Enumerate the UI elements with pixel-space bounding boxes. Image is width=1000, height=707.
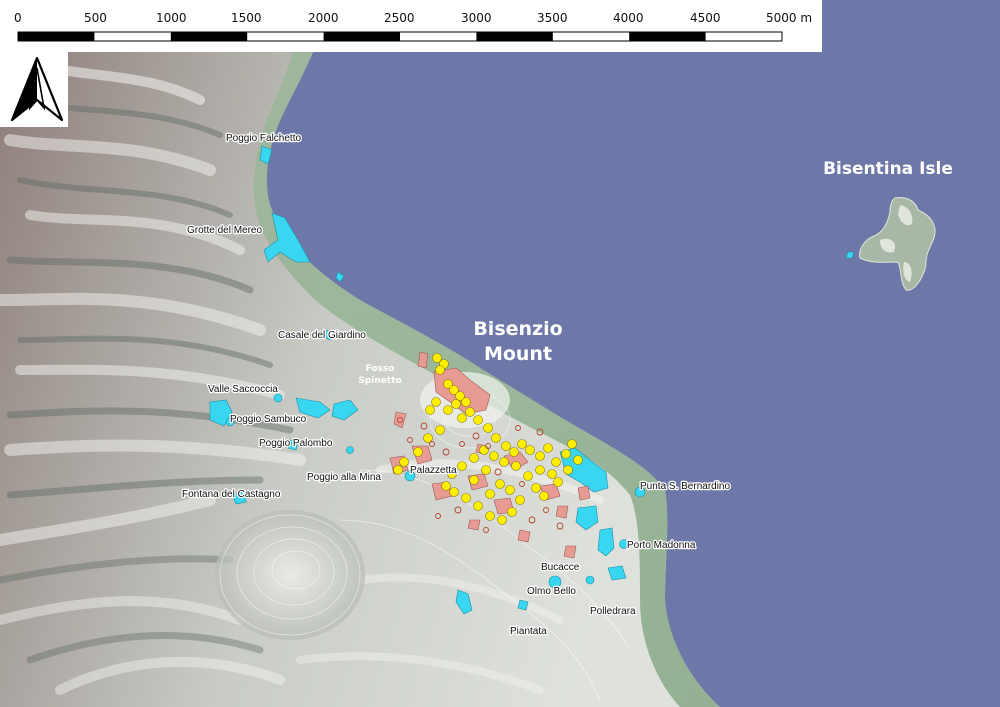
place-valle-saccoccia: Valle Saccoccia xyxy=(208,384,278,395)
scale-tick-2000: 2000 xyxy=(308,11,339,25)
place-poggio-palombo: Poggio Palombo xyxy=(259,438,333,449)
place-casale-del-giardino: Casale del Giardino xyxy=(278,330,366,341)
place-polledrara: Polledrara xyxy=(590,606,636,617)
label-bisenzio-mount-1: Bisenzio xyxy=(473,318,562,340)
scale-tick-0: 0 xyxy=(14,11,22,25)
scale-tick-3500: 3500 xyxy=(537,11,568,25)
scale-tick-2500: 2500 xyxy=(384,11,415,25)
place-fontana-del-castagno: Fontana del Castagno xyxy=(182,489,281,500)
scale-tick-3000: 3000 xyxy=(461,11,492,25)
place-porto-madonna: Porto Madonna xyxy=(627,540,696,551)
scale-bar: 0 500 1000 1500 2000 2500 3000 3500 4000… xyxy=(0,0,822,52)
scale-tick-1000: 1000 xyxy=(156,11,187,25)
label-fosso-1: Fosso xyxy=(366,364,395,374)
scale-tick-1500: 1500 xyxy=(231,11,262,25)
crater-hill xyxy=(215,510,365,640)
map-canvas: 0 500 1000 1500 2000 2500 3000 3500 4000… xyxy=(0,0,1000,707)
north-arrow-icon xyxy=(0,52,68,127)
place-poggio-falchetto: Poggio Falchetto xyxy=(226,133,301,144)
scale-tick-4500: 4500 xyxy=(690,11,721,25)
scale-tick-4000: 4000 xyxy=(613,11,644,25)
label-fosso-2: Spinetto xyxy=(358,376,401,386)
label-bisentina-isle: Bisentina Isle xyxy=(823,159,953,179)
place-bucacce: Bucacce xyxy=(541,562,580,573)
scale-tick-500: 500 xyxy=(84,11,107,25)
place-olmo-bello: Olmo Bello xyxy=(527,586,576,597)
place-palazzetta: Palazzetta xyxy=(410,465,457,476)
place-piantata: Piantata xyxy=(510,626,547,637)
place-poggio-sambuco: Poggio Sambuco xyxy=(230,414,307,425)
place-grotte-del-mereo: Grotte del Mereo xyxy=(187,225,262,236)
label-bisenzio-mount-2: Mount xyxy=(484,343,552,365)
place-poggio-alla-mina: Poggio alla Mina xyxy=(307,472,381,483)
place-punta-s-bernardino: Punta S. Bernardino xyxy=(640,481,730,492)
scale-tick-5000: 5000 m xyxy=(766,11,812,25)
